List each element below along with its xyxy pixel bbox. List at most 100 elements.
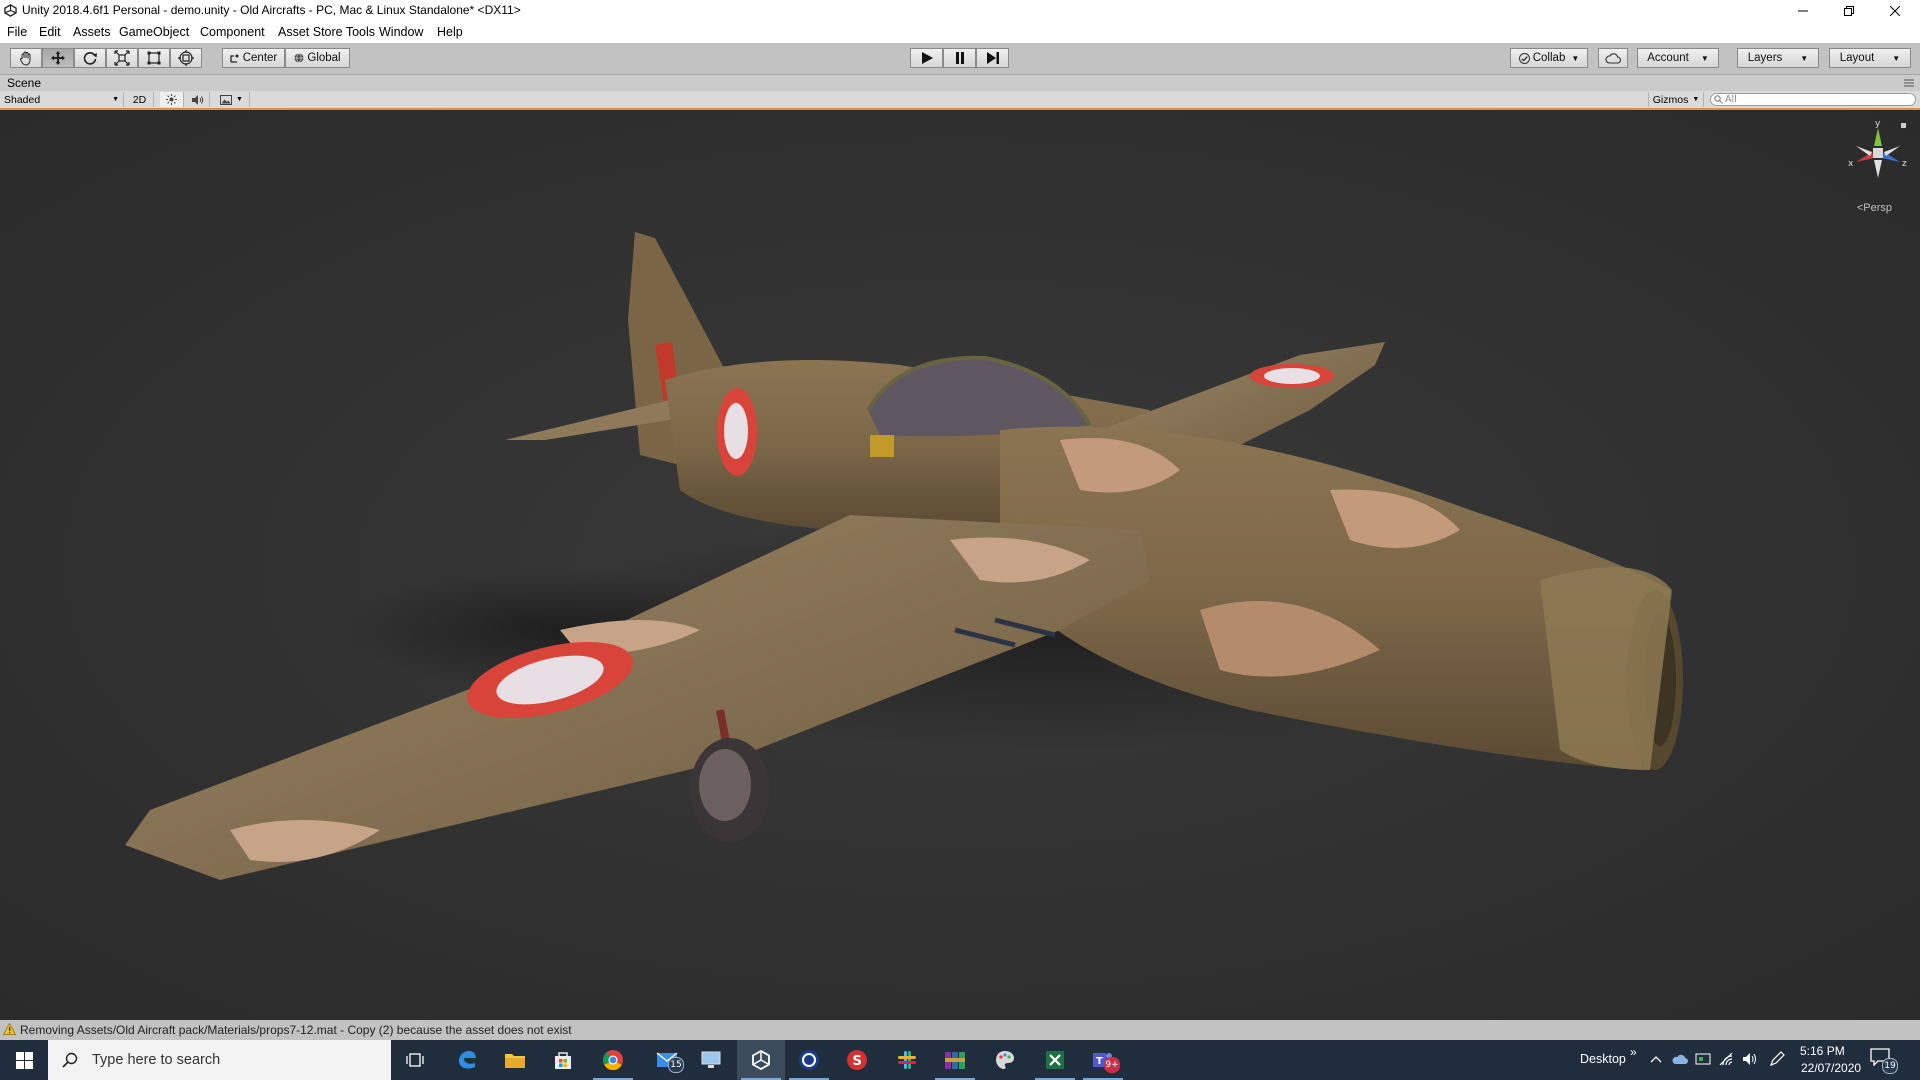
start-button[interactable] xyxy=(0,1040,48,1080)
taskbar-store[interactable] xyxy=(539,1040,587,1080)
svg-text:T: T xyxy=(1096,1056,1103,1067)
collab-label: Collab xyxy=(1532,52,1566,64)
collab-dropdown[interactable]: Collab ▼ xyxy=(1510,48,1588,68)
taskbar-teams[interactable]: T 9+ xyxy=(1079,1040,1127,1080)
dropdown-arrow-icon: ▼ xyxy=(1571,53,1580,63)
lock-icon[interactable] xyxy=(1901,123,1906,128)
menu-edit[interactable]: Edit xyxy=(39,25,61,39)
audio-toggle[interactable] xyxy=(186,92,210,107)
taskbar-search-box[interactable]: Type here to search xyxy=(48,1040,391,1080)
restore-icon xyxy=(1844,6,1854,16)
taskbar-remote-desktop[interactable] xyxy=(687,1040,735,1080)
pivot-mode-button[interactable]: Center xyxy=(222,48,285,68)
hierarchy-search-input[interactable]: All xyxy=(1710,93,1916,106)
taskbar-chrome[interactable] xyxy=(589,1040,637,1080)
scene-orientation-gizmo[interactable]: y x z xyxy=(1848,118,1908,188)
move-tool-button[interactable] xyxy=(42,48,74,68)
menu-gameobject[interactable]: GameObject xyxy=(119,25,189,39)
svg-text:S: S xyxy=(853,1054,862,1069)
window-title: Unity 2018.4.6f1 Personal - demo.unity -… xyxy=(22,3,521,17)
scale-icon xyxy=(114,50,130,66)
gizmos-dropdown[interactable]: Gizmos ▼ xyxy=(1648,92,1704,107)
pivot-rotation-button[interactable]: Global xyxy=(285,48,350,68)
menu-component[interactable]: Component xyxy=(200,25,265,39)
pivot-icon xyxy=(230,54,239,63)
slack-icon xyxy=(898,1051,916,1069)
rect-tool-button[interactable] xyxy=(138,48,170,68)
taskbar-substance[interactable]: S xyxy=(833,1040,881,1080)
clock-time[interactable]: 5:16 PM xyxy=(1800,1044,1845,1058)
layout-label: Layout xyxy=(1839,52,1875,64)
play-icon xyxy=(921,52,933,64)
action-center-button[interactable]: 19 xyxy=(1870,1048,1898,1074)
computer-icon xyxy=(701,1051,721,1068)
restore-button[interactable] xyxy=(1826,0,1872,22)
taskbar-mail[interactable]: 15 xyxy=(643,1040,691,1080)
layout-dropdown[interactable]: Layout ▼ xyxy=(1829,48,1911,68)
close-button[interactable] xyxy=(1872,0,1918,22)
rect-transform-icon xyxy=(147,51,161,65)
gizmos-label: Gizmos xyxy=(1652,93,1689,106)
search-placeholder: All xyxy=(1725,94,1737,105)
archive-icon xyxy=(945,1052,965,1069)
volume-icon[interactable] xyxy=(1742,1052,1758,1066)
warning-icon xyxy=(3,1023,16,1035)
pen-icon[interactable] xyxy=(1769,1051,1785,1067)
speaker-icon xyxy=(191,94,203,105)
transform-tool-button[interactable] xyxy=(170,48,202,68)
tab-menu-icon[interactable] xyxy=(1904,79,1914,87)
hand-tool-button[interactable] xyxy=(10,48,42,68)
shading-mode-label: Shaded xyxy=(4,93,41,106)
minimize-button[interactable] xyxy=(1780,0,1826,22)
task-view-button[interactable] xyxy=(391,1040,439,1080)
dropdown-arrow-icon: ▼ xyxy=(112,96,119,103)
globe-icon xyxy=(294,53,304,63)
excel-icon xyxy=(1046,1051,1064,1069)
rotate-tool-button[interactable] xyxy=(74,48,106,68)
taskbar-excel[interactable] xyxy=(1031,1040,1079,1080)
taskbar-edge[interactable] xyxy=(443,1040,491,1080)
menu-assets[interactable]: Assets xyxy=(73,25,111,39)
clock-date[interactable]: 22/07/2020 xyxy=(1801,1061,1861,1075)
dropdown-arrow-icon: ▼ xyxy=(1700,53,1709,63)
axis-y-label: y xyxy=(1875,119,1881,129)
tab-scene[interactable]: Scene xyxy=(7,76,41,90)
pause-button[interactable] xyxy=(943,48,976,68)
scale-tool-button[interactable] xyxy=(106,48,138,68)
menu-bar: File Edit Assets GameObject Component As… xyxy=(0,22,1920,43)
console-status-message: Removing Assets/Old Aircraft pack/Materi… xyxy=(20,1023,572,1037)
chevron-up-icon[interactable] xyxy=(1650,1055,1662,1063)
aircraft-model[interactable] xyxy=(0,110,1920,1020)
cloud-button[interactable] xyxy=(1598,48,1628,68)
layers-dropdown[interactable]: Layers ▼ xyxy=(1737,48,1819,68)
taskbar-unity[interactable] xyxy=(737,1040,785,1080)
status-bar[interactable]: Removing Assets/Old Aircraft pack/Materi… xyxy=(0,1020,1920,1040)
desktop-toolbar-label[interactable]: Desktop xyxy=(1580,1052,1626,1066)
menu-help[interactable]: Help xyxy=(437,25,463,39)
menu-file[interactable]: File xyxy=(7,25,27,39)
taskbar-winrar[interactable] xyxy=(931,1040,979,1080)
lighting-toggle[interactable] xyxy=(160,92,184,107)
chrome-icon xyxy=(603,1050,623,1071)
projection-toggle[interactable]: <Persp xyxy=(1857,202,1892,214)
search-icon xyxy=(62,1052,78,1068)
account-dropdown[interactable]: Account ▼ xyxy=(1637,48,1719,68)
play-button[interactable] xyxy=(910,48,943,68)
shading-mode-dropdown[interactable]: Shaded ▼ xyxy=(0,92,124,107)
menu-window[interactable]: Window xyxy=(379,25,423,39)
wifi-icon[interactable] xyxy=(1718,1051,1734,1067)
2d-toggle[interactable]: 2D xyxy=(126,92,154,107)
taskbar-paint[interactable] xyxy=(981,1040,1029,1080)
chevron-double-right-icon[interactable]: » xyxy=(1630,1045,1637,1059)
taskbar-slack[interactable] xyxy=(883,1040,931,1080)
network-card-icon[interactable] xyxy=(1695,1053,1711,1065)
dropdown-arrow-icon: ▼ xyxy=(1892,53,1901,63)
taskbar-cinema4d[interactable] xyxy=(785,1040,833,1080)
menu-asset-store-tools[interactable]: Asset Store Tools xyxy=(278,25,375,39)
effects-dropdown[interactable]: ▼ xyxy=(214,92,250,107)
scene-viewport[interactable]: y x z <Persp xyxy=(0,110,1920,1020)
step-button[interactable] xyxy=(976,48,1009,68)
onedrive-icon[interactable] xyxy=(1672,1053,1688,1065)
taskbar-file-explorer[interactable] xyxy=(491,1040,539,1080)
axis-x-label: x xyxy=(1848,159,1854,169)
